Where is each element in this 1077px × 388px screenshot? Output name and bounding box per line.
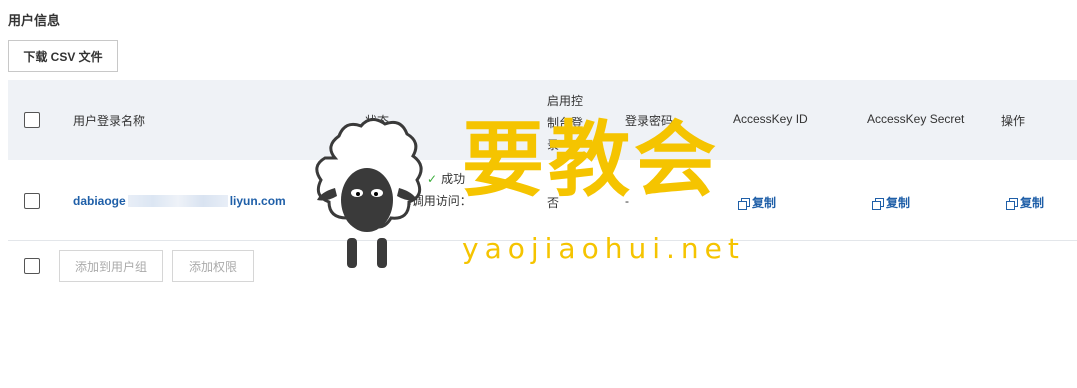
download-csv-button[interactable]: 下载 CSV 文件 — [8, 40, 118, 72]
copy-icon — [1006, 197, 1018, 210]
header-accesskey-secret: AccessKey Secret — [867, 112, 965, 126]
login-password-value: - — [625, 194, 629, 208]
batch-select-checkbox[interactable] — [24, 258, 40, 274]
status-block: 创建用户： ✓ 成功 OpenAPI调用访问： 功 — [363, 168, 472, 234]
check-icon: ✓ — [427, 172, 438, 186]
copy-label: 复制 — [752, 196, 777, 210]
username-suffix: liyun.com — [229, 194, 286, 208]
table-header: 用户登录名称 状态 启用控制台登录 登录密码 AccessKey ID Acce… — [8, 80, 1077, 160]
copy-icon — [738, 197, 750, 210]
header-enable-console: 启用控制台登录 — [547, 94, 584, 152]
copy-icon — [872, 197, 884, 210]
status-line3: 功 — [363, 216, 376, 230]
row-checkbox[interactable] — [24, 193, 40, 209]
header-username: 用户登录名称 — [73, 114, 146, 128]
add-permission-button[interactable]: 添加权限 — [172, 250, 254, 282]
header-actions: 操作 — [1001, 114, 1026, 128]
copy-action[interactable]: 复制 — [1006, 194, 1044, 211]
batch-actions: 添加到用户组 添加权限 — [8, 246, 1077, 286]
table-row: dabiaoge liyun.com 创建用户： ✓ 成功 OpenAPI调用访问：… — [8, 160, 1077, 241]
redacted-username — [127, 195, 228, 207]
status-create-value: 成功 — [441, 172, 466, 186]
add-to-group-button[interactable]: 添加到用户组 — [59, 250, 163, 282]
copy-label: 复制 — [886, 196, 911, 210]
header-login-password: 登录密码 — [625, 114, 674, 128]
enable-console-value: 否 — [547, 196, 560, 210]
username-prefix: dabiaoge — [73, 194, 126, 208]
select-all-checkbox[interactable] — [24, 112, 40, 128]
section-title: 用户信息 — [8, 13, 61, 28]
user-table: 用户登录名称 状态 启用控制台登录 登录密码 AccessKey ID Acce… — [8, 80, 1077, 241]
copy-accesskey-id[interactable]: 复制 — [738, 194, 776, 211]
status-create-label: 创建用户： — [363, 172, 424, 186]
status-openapi: OpenAPI调用访问： — [363, 194, 472, 208]
username-link[interactable]: dabiaoge liyun.com — [73, 194, 286, 208]
header-accesskey-id: AccessKey ID — [733, 112, 808, 126]
header-status: 状态 — [365, 114, 390, 128]
copy-label: 复制 — [1020, 196, 1045, 210]
copy-accesskey-secret[interactable]: 复制 — [872, 194, 910, 211]
